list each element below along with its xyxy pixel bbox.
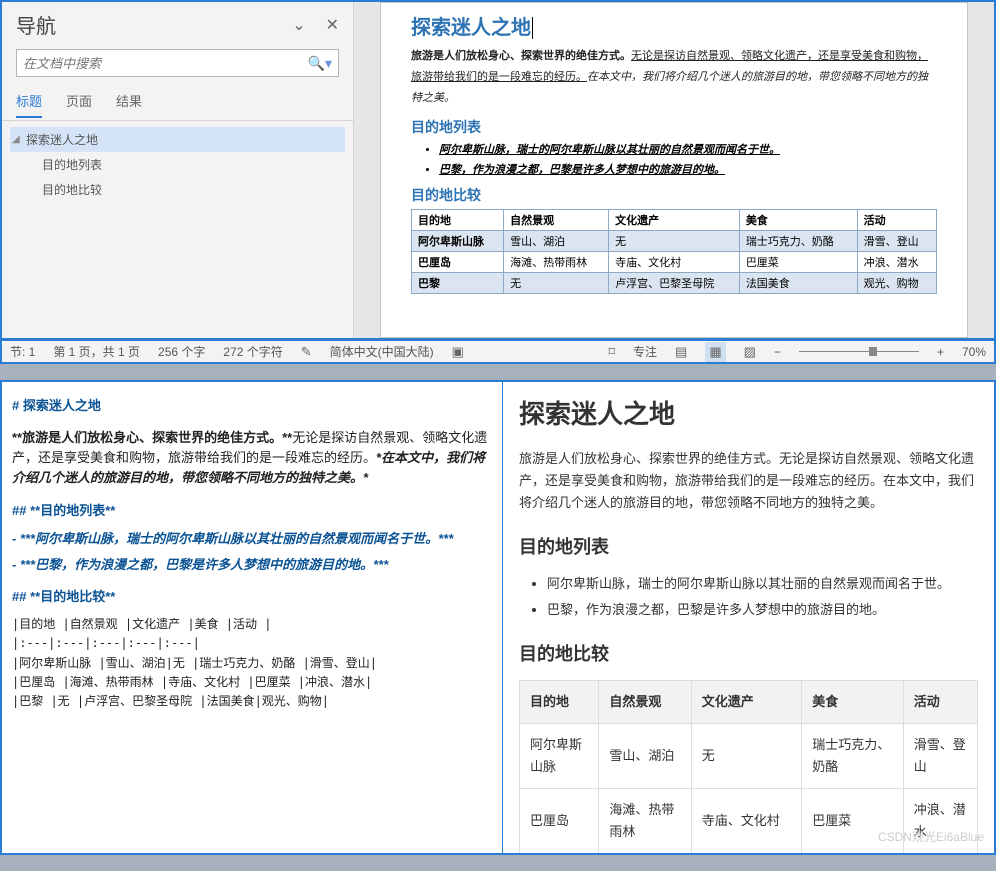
status-section[interactable]: 节: 1 — [10, 343, 35, 360]
status-lang[interactable]: 简体中文(中国大陆) — [330, 343, 434, 360]
outline-item-table[interactable]: 目的地比较 — [10, 177, 345, 202]
doc-list: 阿尔卑斯山脉，瑞士的阿尔卑斯山脉以其壮丽的自然景观而闻名于世。 巴黎，作为浪漫之… — [439, 141, 937, 177]
md-h2-table: ## **目的地比较** — [12, 587, 492, 607]
rendered-list: 阿尔卑斯山脉，瑞士的阿尔卑斯山脉以其壮丽的自然景观而闻名于世。 巴黎，作为浪漫之… — [547, 573, 978, 621]
status-bar: 节: 1 第 1 页，共 1 页 256 个字 272 个字符 ✎ 简体中文(中… — [0, 340, 996, 364]
doc-intro: 旅游是人们放松身心、探索世界的绝佳方式。无论是探访自然景观、领略文化遗产，还是享… — [411, 46, 937, 109]
markdown-preview-split: # 探索迷人之地 **旅游是人们放松身心、探索世界的绝佳方式。**无论是探访自然… — [0, 380, 996, 855]
list-item: 巴黎，作为浪漫之都，巴黎是许多人梦想中的旅游目的地。 — [439, 161, 937, 177]
status-focus[interactable]: 专注 — [633, 343, 657, 360]
focus-icon[interactable]: ⌑ — [608, 344, 615, 360]
status-page[interactable]: 第 1 页，共 1 页 — [53, 343, 140, 360]
search-input[interactable] — [23, 56, 308, 71]
nav-tabs: 标题 页面 结果 — [2, 83, 353, 121]
web-layout-icon[interactable]: ▨ — [744, 344, 756, 360]
list-item: 阿尔卑斯山脉，瑞士的阿尔卑斯山脉以其壮丽的自然景观而闻名于世。 — [439, 141, 937, 157]
outline-tree: ◢探索迷人之地 目的地列表 目的地比较 — [2, 121, 353, 208]
rendered-h2-table: 目的地比较 — [519, 639, 978, 670]
md-li: - ***巴黎，作为浪漫之都，巴黎是许多人梦想中的旅游目的地。*** — [12, 555, 492, 575]
search-icon[interactable]: 🔍▾ — [308, 55, 332, 72]
read-mode-icon[interactable]: ▤ — [675, 344, 687, 360]
watermark: CSDN观光Ei6aBlue — [878, 827, 984, 847]
md-para: **旅游是人们放松身心、探索世界的绝佳方式。**无论是探访自然景观、领略文化遗产… — [12, 428, 492, 488]
doc-heading-table: 目的地比较 — [411, 185, 937, 205]
navigation-pane: 导航 ⌄ ✕ 🔍▾ 标题 页面 结果 ◢探索迷人之地 目的地列表 目的地比较 — [2, 2, 354, 338]
rendered-title: 探索迷人之地 — [519, 392, 978, 436]
tab-results[interactable]: 结果 — [116, 91, 142, 118]
print-layout-icon[interactable]: ▦ — [705, 342, 725, 362]
markdown-source-pane[interactable]: # 探索迷人之地 **旅游是人们放松身心、探索世界的绝佳方式。**无论是探访自然… — [2, 382, 502, 853]
doc-heading-list: 目的地列表 — [411, 117, 937, 137]
search-box[interactable]: 🔍▾ — [16, 49, 339, 77]
caret-icon: ◢ — [12, 134, 26, 145]
tab-headings[interactable]: 标题 — [16, 91, 42, 118]
status-words[interactable]: 256 个字 — [158, 343, 205, 360]
outline-item-list[interactable]: 目的地列表 — [10, 152, 345, 177]
outline-item-root[interactable]: ◢探索迷人之地 — [10, 127, 345, 152]
rendered-pane[interactable]: 探索迷人之地 旅游是人们放松身心、探索世界的绝佳方式。无论是探访自然景观、领略文… — [503, 382, 994, 853]
rendered-para: 旅游是人们放松身心、探索世界的绝佳方式。无论是探访自然景观、领略文化遗产，还是享… — [519, 448, 978, 514]
md-li: - ***阿尔卑斯山脉，瑞士的阿尔卑斯山脉以其壮丽的自然景观而闻名于世。*** — [12, 529, 492, 549]
close-icon[interactable]: ✕ — [326, 15, 339, 35]
rendered-h2-list: 目的地列表 — [519, 532, 978, 563]
nav-header: 导航 ⌄ ✕ — [2, 2, 353, 43]
list-item: 巴黎，作为浪漫之都，巴黎是许多人梦想中的旅游目的地。 — [547, 599, 978, 621]
nav-title: 导航 — [16, 10, 56, 39]
list-item: 阿尔卑斯山脉，瑞士的阿尔卑斯山脉以其壮丽的自然景观而闻名于世。 — [547, 573, 978, 595]
zoom-value[interactable]: 70% — [962, 345, 986, 359]
tab-pages[interactable]: 页面 — [66, 91, 92, 118]
md-h1: # 探索迷人之地 — [12, 396, 492, 416]
status-chars[interactable]: 272 个字符 — [223, 343, 282, 360]
document-pane[interactable]: 探索迷人之地 旅游是人们放松身心、探索世界的绝佳方式。无论是探访自然景观、领略文… — [354, 2, 994, 338]
zoom-slider[interactable] — [799, 351, 919, 352]
doc-table: 目的地 自然景观 文化遗产 美食 活动 阿尔卑斯山脉 雪山、湖泊 无 瑞士巧克力… — [411, 209, 937, 294]
zoom-in[interactable]: + — [937, 345, 944, 359]
word-window: 导航 ⌄ ✕ 🔍▾ 标题 页面 结果 ◢探索迷人之地 目的地列表 目的地比较 探… — [0, 0, 996, 340]
collapse-icon[interactable]: ⌄ — [292, 15, 305, 35]
md-h2-list: ## **目的地列表** — [12, 501, 492, 521]
spellcheck-icon[interactable]: ✎ — [301, 344, 312, 360]
md-table-source: |目的地 |自然景观 |文化遗产 |美食 |活动 | |:---|:---|:-… — [12, 615, 492, 711]
page: 探索迷人之地 旅游是人们放松身心、探索世界的绝佳方式。无论是探访自然景观、领略文… — [380, 2, 968, 338]
macro-icon[interactable]: ▣ — [452, 344, 464, 360]
doc-heading-1: 探索迷人之地 — [411, 11, 937, 40]
zoom-out[interactable]: − — [774, 345, 781, 359]
